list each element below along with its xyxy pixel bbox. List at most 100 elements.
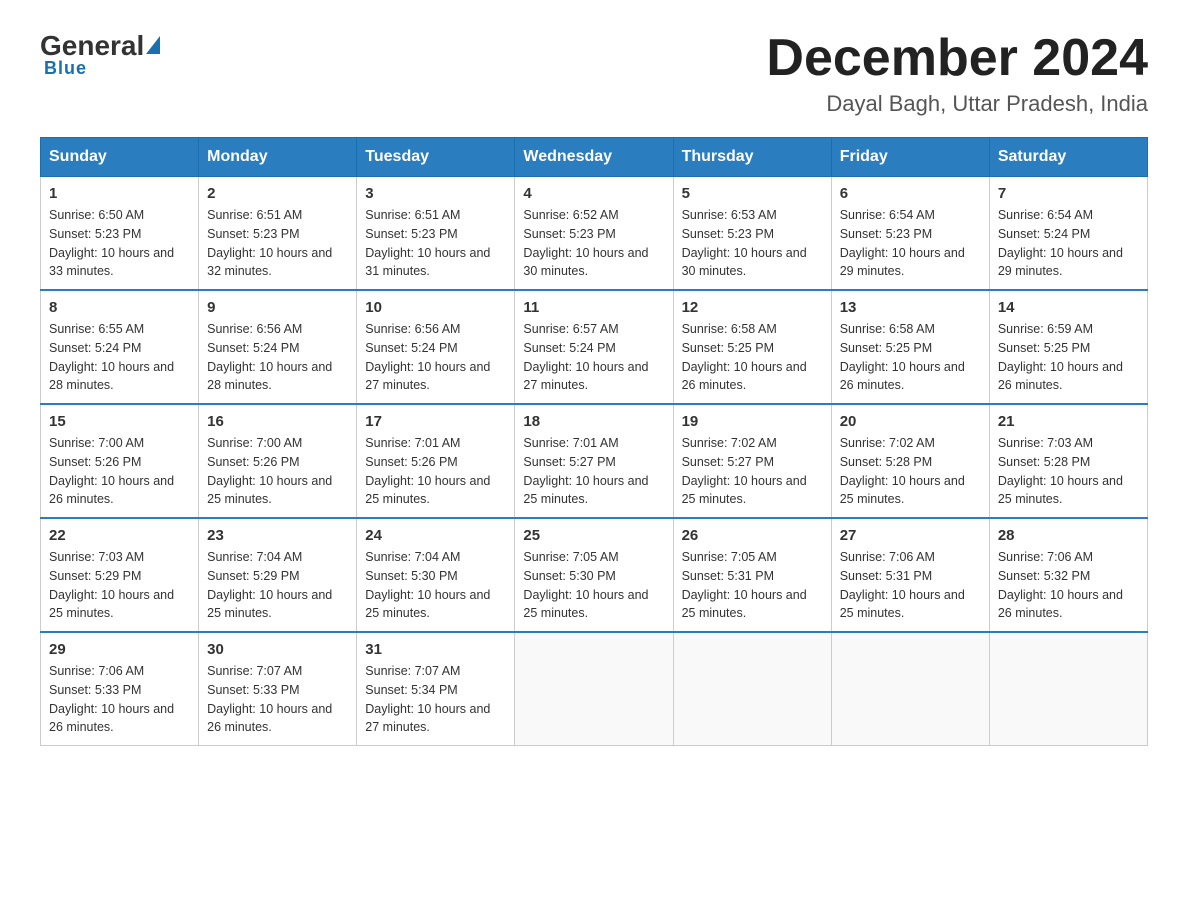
calendar-header-row: Sunday Monday Tuesday Wednesday Thursday… <box>41 138 1148 177</box>
day-info: Sunrise: 6:51 AMSunset: 5:23 PMDaylight:… <box>365 206 506 281</box>
day-number: 6 <box>840 185 981 202</box>
logo: General Blue <box>40 30 160 79</box>
logo-blue-text: Blue <box>44 58 87 79</box>
day-info: Sunrise: 7:03 AMSunset: 5:28 PMDaylight:… <box>998 434 1139 509</box>
day-number: 3 <box>365 185 506 202</box>
table-row: 9 Sunrise: 6:56 AMSunset: 5:24 PMDayligh… <box>199 290 357 404</box>
table-row: 1 Sunrise: 6:50 AMSunset: 5:23 PMDayligh… <box>41 177 199 291</box>
table-row: 30 Sunrise: 7:07 AMSunset: 5:33 PMDaylig… <box>199 632 357 746</box>
day-number: 28 <box>998 527 1139 544</box>
day-number: 13 <box>840 299 981 316</box>
table-row: 17 Sunrise: 7:01 AMSunset: 5:26 PMDaylig… <box>357 404 515 518</box>
day-number: 27 <box>840 527 981 544</box>
day-number: 24 <box>365 527 506 544</box>
day-info: Sunrise: 7:04 AMSunset: 5:29 PMDaylight:… <box>207 548 348 623</box>
day-number: 23 <box>207 527 348 544</box>
table-row <box>515 632 673 746</box>
day-info: Sunrise: 7:05 AMSunset: 5:30 PMDaylight:… <box>523 548 664 623</box>
calendar-week-2: 8 Sunrise: 6:55 AMSunset: 5:24 PMDayligh… <box>41 290 1148 404</box>
day-number: 9 <box>207 299 348 316</box>
calendar-week-5: 29 Sunrise: 7:06 AMSunset: 5:33 PMDaylig… <box>41 632 1148 746</box>
day-info: Sunrise: 7:01 AMSunset: 5:27 PMDaylight:… <box>523 434 664 509</box>
table-row: 4 Sunrise: 6:52 AMSunset: 5:23 PMDayligh… <box>515 177 673 291</box>
table-row <box>831 632 989 746</box>
day-info: Sunrise: 6:58 AMSunset: 5:25 PMDaylight:… <box>682 320 823 395</box>
day-info: Sunrise: 6:51 AMSunset: 5:23 PMDaylight:… <box>207 206 348 281</box>
day-number: 14 <box>998 299 1139 316</box>
day-number: 11 <box>523 299 664 316</box>
table-row: 2 Sunrise: 6:51 AMSunset: 5:23 PMDayligh… <box>199 177 357 291</box>
table-row: 27 Sunrise: 7:06 AMSunset: 5:31 PMDaylig… <box>831 518 989 632</box>
header-monday: Monday <box>199 138 357 177</box>
day-info: Sunrise: 7:07 AMSunset: 5:33 PMDaylight:… <box>207 662 348 737</box>
day-number: 1 <box>49 185 190 202</box>
day-number: 17 <box>365 413 506 430</box>
table-row: 22 Sunrise: 7:03 AMSunset: 5:29 PMDaylig… <box>41 518 199 632</box>
day-number: 10 <box>365 299 506 316</box>
day-info: Sunrise: 7:07 AMSunset: 5:34 PMDaylight:… <box>365 662 506 737</box>
header-thursday: Thursday <box>673 138 831 177</box>
day-info: Sunrise: 6:57 AMSunset: 5:24 PMDaylight:… <box>523 320 664 395</box>
day-info: Sunrise: 6:53 AMSunset: 5:23 PMDaylight:… <box>682 206 823 281</box>
day-info: Sunrise: 7:06 AMSunset: 5:33 PMDaylight:… <box>49 662 190 737</box>
day-number: 25 <box>523 527 664 544</box>
day-info: Sunrise: 7:06 AMSunset: 5:32 PMDaylight:… <box>998 548 1139 623</box>
day-number: 29 <box>49 641 190 658</box>
day-number: 26 <box>682 527 823 544</box>
table-row: 15 Sunrise: 7:00 AMSunset: 5:26 PMDaylig… <box>41 404 199 518</box>
day-number: 12 <box>682 299 823 316</box>
calendar-week-3: 15 Sunrise: 7:00 AMSunset: 5:26 PMDaylig… <box>41 404 1148 518</box>
main-title: December 2024 <box>766 30 1148 87</box>
header-tuesday: Tuesday <box>357 138 515 177</box>
day-info: Sunrise: 7:00 AMSunset: 5:26 PMDaylight:… <box>49 434 190 509</box>
table-row: 26 Sunrise: 7:05 AMSunset: 5:31 PMDaylig… <box>673 518 831 632</box>
day-number: 21 <box>998 413 1139 430</box>
day-info: Sunrise: 6:55 AMSunset: 5:24 PMDaylight:… <box>49 320 190 395</box>
table-row: 11 Sunrise: 6:57 AMSunset: 5:24 PMDaylig… <box>515 290 673 404</box>
calendar-week-4: 22 Sunrise: 7:03 AMSunset: 5:29 PMDaylig… <box>41 518 1148 632</box>
day-info: Sunrise: 6:58 AMSunset: 5:25 PMDaylight:… <box>840 320 981 395</box>
table-row: 14 Sunrise: 6:59 AMSunset: 5:25 PMDaylig… <box>989 290 1147 404</box>
table-row: 25 Sunrise: 7:05 AMSunset: 5:30 PMDaylig… <box>515 518 673 632</box>
logo-triangle-icon <box>146 36 160 54</box>
header-friday: Friday <box>831 138 989 177</box>
day-info: Sunrise: 6:50 AMSunset: 5:23 PMDaylight:… <box>49 206 190 281</box>
day-info: Sunrise: 7:04 AMSunset: 5:30 PMDaylight:… <box>365 548 506 623</box>
table-row: 21 Sunrise: 7:03 AMSunset: 5:28 PMDaylig… <box>989 404 1147 518</box>
table-row: 18 Sunrise: 7:01 AMSunset: 5:27 PMDaylig… <box>515 404 673 518</box>
table-row: 31 Sunrise: 7:07 AMSunset: 5:34 PMDaylig… <box>357 632 515 746</box>
table-row <box>989 632 1147 746</box>
table-row: 10 Sunrise: 6:56 AMSunset: 5:24 PMDaylig… <box>357 290 515 404</box>
table-row: 7 Sunrise: 6:54 AMSunset: 5:24 PMDayligh… <box>989 177 1147 291</box>
table-row: 23 Sunrise: 7:04 AMSunset: 5:29 PMDaylig… <box>199 518 357 632</box>
day-number: 4 <box>523 185 664 202</box>
header-saturday: Saturday <box>989 138 1147 177</box>
header-sunday: Sunday <box>41 138 199 177</box>
table-row: 20 Sunrise: 7:02 AMSunset: 5:28 PMDaylig… <box>831 404 989 518</box>
day-number: 30 <box>207 641 348 658</box>
day-info: Sunrise: 7:01 AMSunset: 5:26 PMDaylight:… <box>365 434 506 509</box>
table-row: 8 Sunrise: 6:55 AMSunset: 5:24 PMDayligh… <box>41 290 199 404</box>
day-info: Sunrise: 7:05 AMSunset: 5:31 PMDaylight:… <box>682 548 823 623</box>
header-wednesday: Wednesday <box>515 138 673 177</box>
day-number: 2 <box>207 185 348 202</box>
table-row: 3 Sunrise: 6:51 AMSunset: 5:23 PMDayligh… <box>357 177 515 291</box>
day-info: Sunrise: 6:54 AMSunset: 5:24 PMDaylight:… <box>998 206 1139 281</box>
day-number: 22 <box>49 527 190 544</box>
table-row <box>673 632 831 746</box>
day-info: Sunrise: 7:06 AMSunset: 5:31 PMDaylight:… <box>840 548 981 623</box>
day-info: Sunrise: 6:54 AMSunset: 5:23 PMDaylight:… <box>840 206 981 281</box>
table-row: 6 Sunrise: 6:54 AMSunset: 5:23 PMDayligh… <box>831 177 989 291</box>
day-info: Sunrise: 6:59 AMSunset: 5:25 PMDaylight:… <box>998 320 1139 395</box>
table-row: 12 Sunrise: 6:58 AMSunset: 5:25 PMDaylig… <box>673 290 831 404</box>
title-section: December 2024 Dayal Bagh, Uttar Pradesh,… <box>766 30 1148 117</box>
day-number: 20 <box>840 413 981 430</box>
day-info: Sunrise: 6:56 AMSunset: 5:24 PMDaylight:… <box>207 320 348 395</box>
day-info: Sunrise: 6:56 AMSunset: 5:24 PMDaylight:… <box>365 320 506 395</box>
page-header: General Blue December 2024 Dayal Bagh, U… <box>40 30 1148 117</box>
table-row: 19 Sunrise: 7:02 AMSunset: 5:27 PMDaylig… <box>673 404 831 518</box>
table-row: 24 Sunrise: 7:04 AMSunset: 5:30 PMDaylig… <box>357 518 515 632</box>
table-row: 29 Sunrise: 7:06 AMSunset: 5:33 PMDaylig… <box>41 632 199 746</box>
day-number: 18 <box>523 413 664 430</box>
calendar-week-1: 1 Sunrise: 6:50 AMSunset: 5:23 PMDayligh… <box>41 177 1148 291</box>
